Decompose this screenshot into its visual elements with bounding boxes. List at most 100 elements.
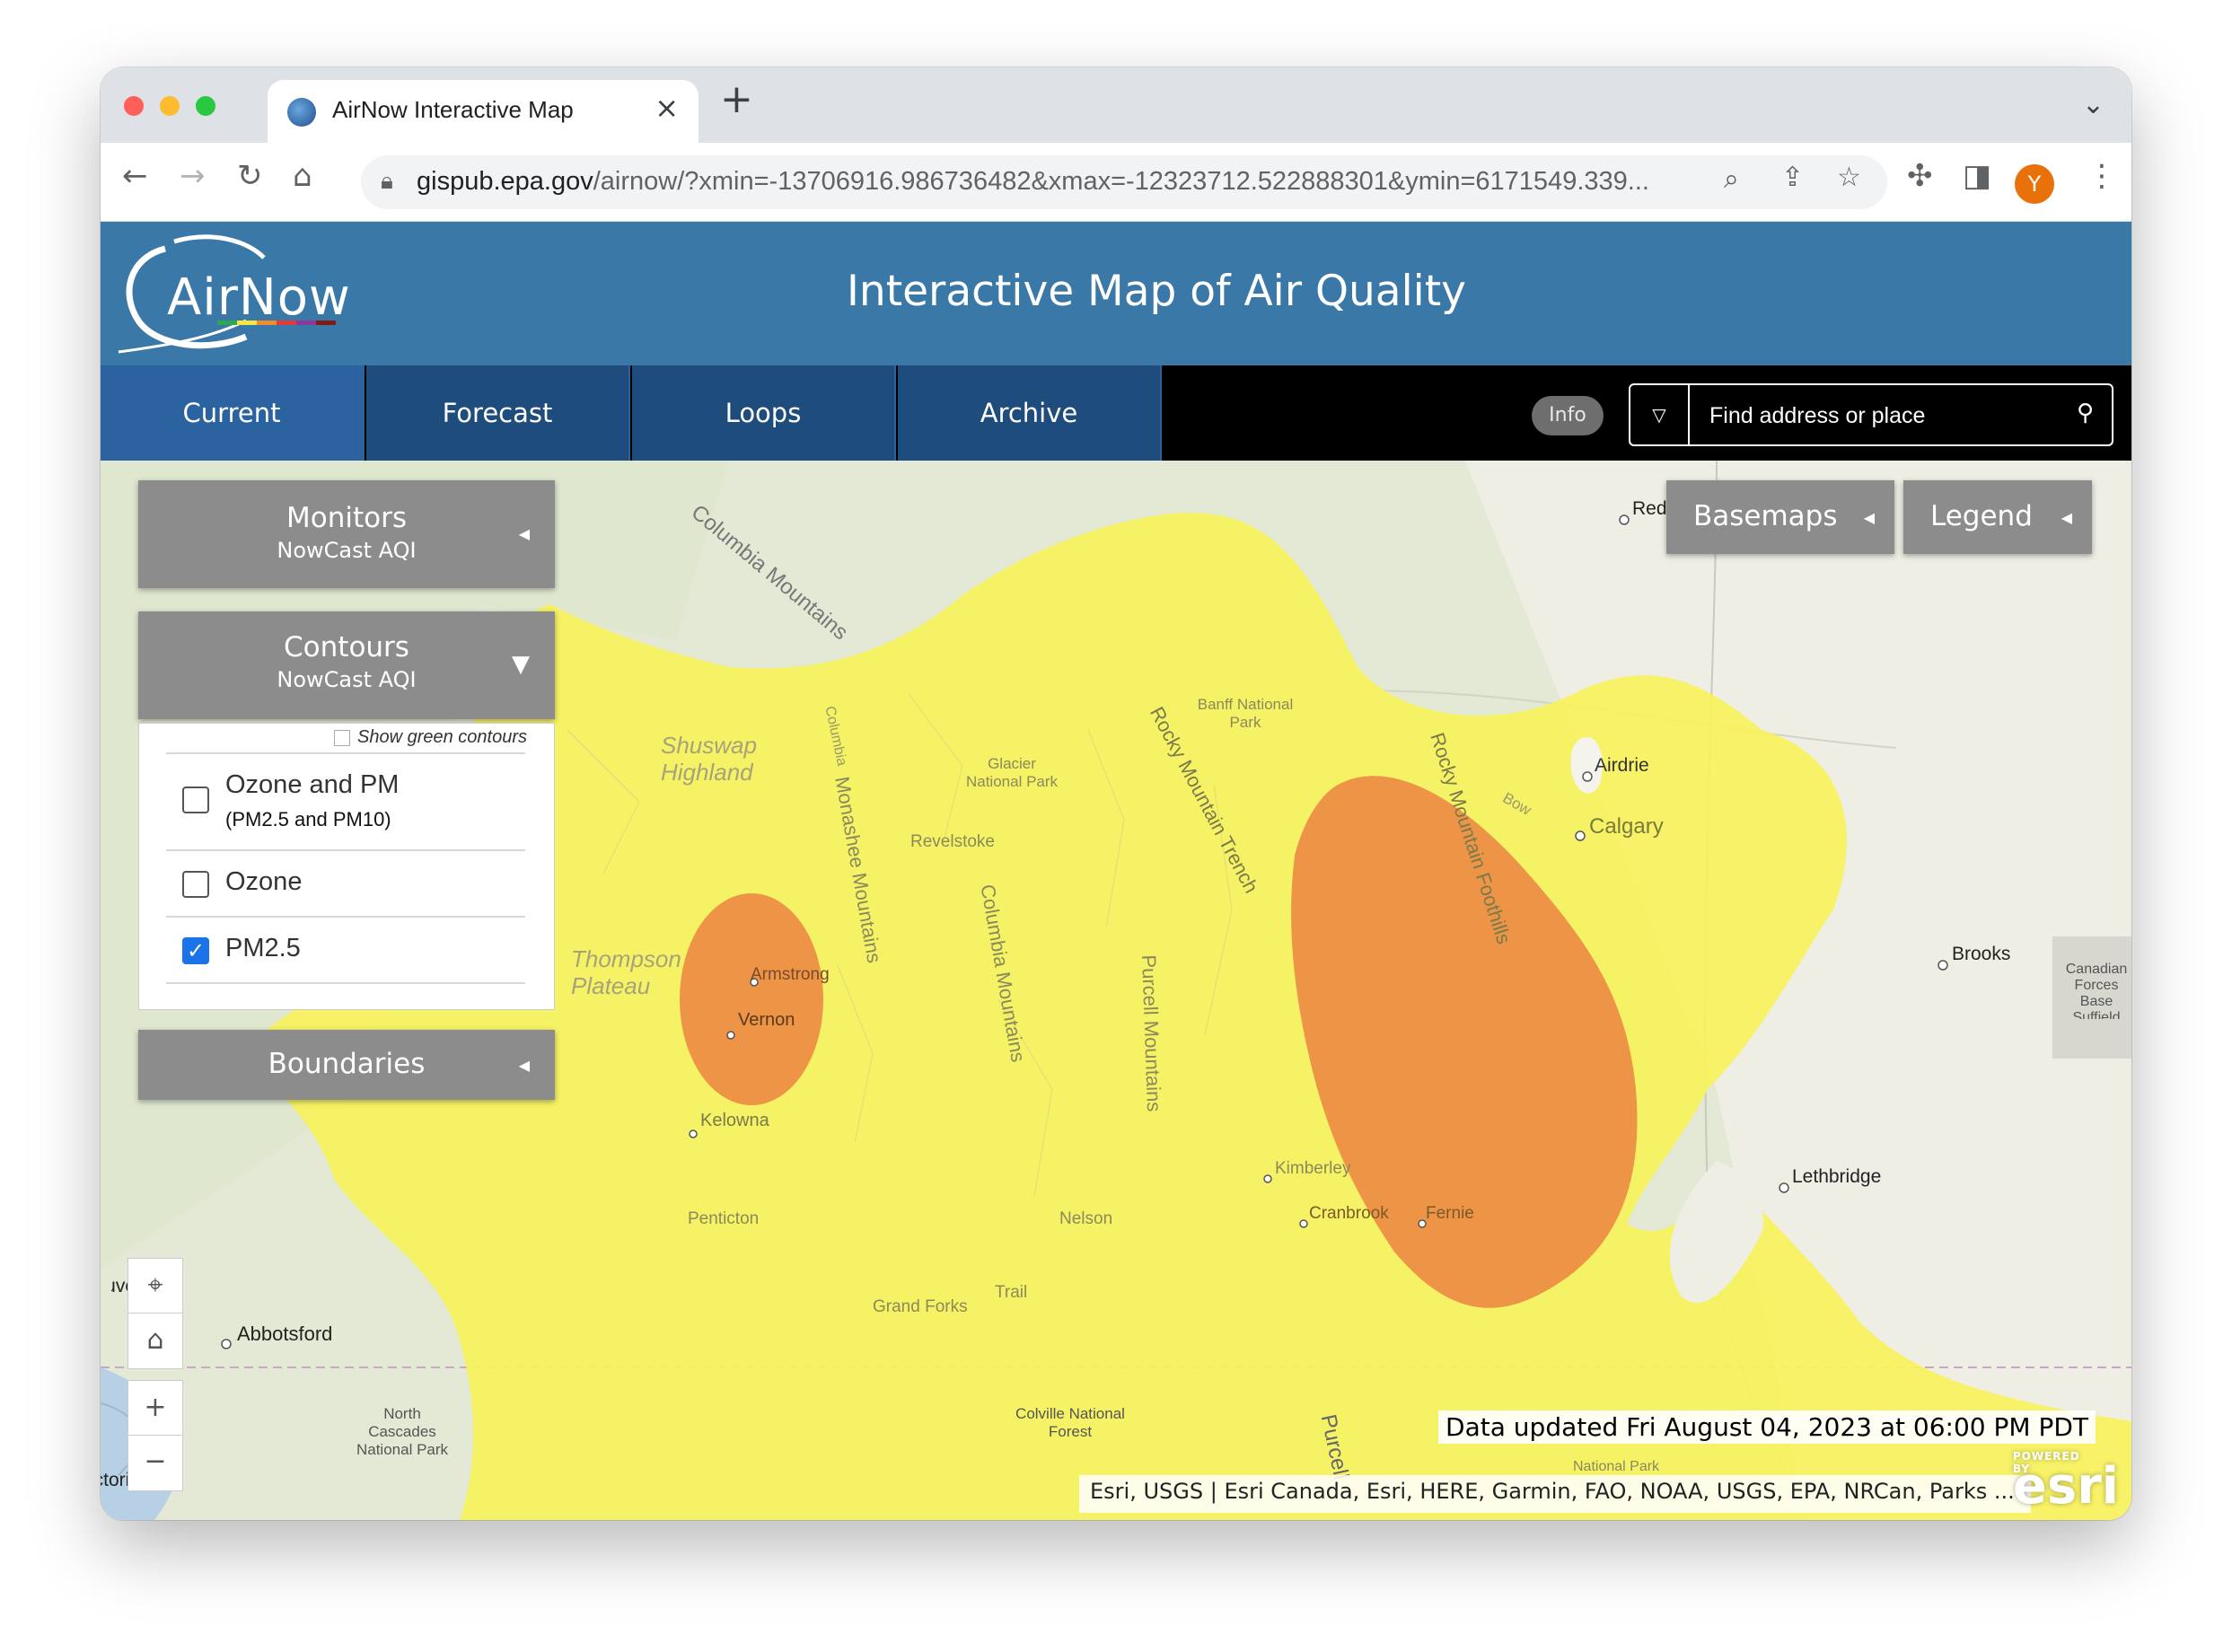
- forward-arrow-icon[interactable]: →: [180, 161, 206, 191]
- basemaps-button[interactable]: Basemaps ◀: [1666, 480, 1894, 554]
- map-label-city: Lethbridge: [1792, 1166, 1882, 1187]
- maximize-window-button[interactable]: [196, 96, 215, 116]
- esri-logo[interactable]: POWERED BY esri: [2013, 1450, 2119, 1516]
- browser-window: AirNow Interactive Map × + ⌄ ← → ↻ ⌂ 🔒︎ …: [101, 67, 2131, 1520]
- collapse-arrow-icon: ◀: [518, 525, 530, 542]
- search-source-dropdown-icon[interactable]: ▽: [1630, 385, 1690, 444]
- close-window-button[interactable]: [124, 96, 144, 116]
- contours-subtitle: NowCast AQI: [277, 667, 417, 692]
- collapse-arrow-icon: ◀: [2061, 509, 2072, 526]
- map-label-feature: Glacier National Park: [965, 755, 1059, 790]
- expand-arrow-icon: ▼: [512, 651, 530, 678]
- option-label: Ozone and PM: [225, 770, 400, 799]
- search-input[interactable]: Find address or place: [1709, 403, 1925, 429]
- collapse-arrow-icon: ◀: [518, 1057, 530, 1074]
- map-label-feature: Shuswap Highland: [661, 732, 757, 786]
- map-label-city: Penticton: [688, 1209, 760, 1228]
- home-extent-icon[interactable]: ⌂: [127, 1314, 183, 1369]
- map-label-city: Vernon: [738, 1010, 795, 1030]
- address-bar[interactable]: 🔒︎ gispub.epa.gov/airnow/?xmin=-13706916…: [361, 155, 1887, 209]
- show-green-contours-checkbox[interactable]: [333, 729, 350, 746]
- zoom-magnifier-icon[interactable]: ⌕: [1724, 166, 1739, 193]
- option-ozone[interactable]: Ozone: [166, 849, 525, 916]
- profile-avatar[interactable]: Y: [2015, 164, 2054, 204]
- tab-archive[interactable]: Archive: [898, 365, 1162, 461]
- map-label-city: Kimberley: [1275, 1159, 1351, 1178]
- map-label-feature: Banff National Park: [1197, 696, 1294, 731]
- page-title: Interactive Map of Air Quality: [847, 267, 1466, 316]
- monitors-subtitle: NowCast AQI: [277, 538, 417, 563]
- show-green-contours-toggle[interactable]: Show green contours: [333, 727, 527, 748]
- option-ozone-and-pm[interactable]: Ozone and PM (PM2.5 and PM10): [166, 752, 525, 849]
- boundaries-title: Boundaries: [268, 1048, 426, 1080]
- map-attribution[interactable]: Esri, USGS | Esri Canada, Esri, HERE, Ga…: [1079, 1475, 2031, 1513]
- info-button[interactable]: Info: [1532, 396, 1604, 435]
- new-tab-icon[interactable]: +: [720, 80, 753, 119]
- map-label-feature: Colville National Forest: [1015, 1405, 1125, 1440]
- map-label-city: Kelowna: [700, 1111, 769, 1130]
- zoom-out-icon[interactable]: −: [127, 1436, 183, 1491]
- pm25-checkbox-checked-icon[interactable]: ✓: [182, 937, 209, 964]
- map-label-city: Brooks: [1952, 944, 2011, 964]
- map-label-city: Armstrong: [751, 965, 830, 984]
- web-page: AirNow Interactive Map of Air Quality Cu…: [101, 222, 2131, 1520]
- show-green-contours-label: Show green contours: [356, 727, 527, 747]
- back-arrow-icon[interactable]: ←: [122, 161, 148, 191]
- reload-icon[interactable]: ↻: [237, 161, 263, 191]
- home-icon[interactable]: ⌂: [293, 161, 312, 191]
- tab-strip: AirNow Interactive Map × + ⌄: [101, 67, 2131, 143]
- site-favicon-icon: [287, 98, 316, 127]
- tab-loops[interactable]: Loops: [632, 365, 896, 461]
- map-view[interactable]: Columbia Mountains Shuswap Highland Thom…: [101, 461, 2131, 1520]
- data-updated-timestamp: Data updated Fri August 04, 2023 at 06:0…: [1438, 1410, 2096, 1444]
- tab-forecast[interactable]: Forecast: [366, 365, 630, 461]
- map-label-city: Abbotsford: [237, 1322, 333, 1345]
- monitors-title: Monitors: [286, 502, 407, 534]
- map-label-city: Grand Forks: [873, 1297, 968, 1316]
- map-label-feature: Canadian Forces Base Suffield: [2065, 962, 2128, 1019]
- option-label: PM2.5: [225, 934, 301, 962]
- map-label-city: Trail: [995, 1283, 1028, 1302]
- kebab-menu-icon[interactable]: ⋮: [2087, 161, 2117, 191]
- legend-button[interactable]: Legend ◀: [1903, 480, 2092, 554]
- site-header: AirNow Interactive Map of Air Quality: [101, 222, 2131, 365]
- search-box[interactable]: ▽ Find address or place ⚲: [1629, 383, 2113, 446]
- url-text: gispub.epa.gov/airnow/?xmin=-13706916.98…: [417, 167, 1649, 196]
- contours-options: Show green contours Ozone and PM (PM2.5 …: [138, 723, 555, 1010]
- extensions-puzzle-icon[interactable]: ✣: [1907, 161, 1933, 191]
- map-label-feature: North Cascades National Park: [356, 1405, 449, 1458]
- tab-current[interactable]: Current: [101, 365, 365, 461]
- map-label-feature: Thompson Plateau: [571, 945, 681, 999]
- map-label-feature: National Park: [1573, 1459, 1660, 1474]
- map-label-city: Calgary: [1589, 814, 1664, 839]
- map-label-city: Nelson: [1059, 1209, 1113, 1228]
- share-icon[interactable]: ⇪: [1781, 164, 1804, 191]
- ozone-checkbox[interactable]: [182, 871, 209, 898]
- search-icon[interactable]: ⚲: [2077, 400, 2094, 426]
- option-label: Ozone: [225, 867, 303, 896]
- option-pm25[interactable]: ✓ PM2.5: [166, 916, 525, 984]
- side-panel-icon[interactable]: ◨: [1963, 161, 1991, 191]
- map-label-city: Cranbrook: [1309, 1204, 1389, 1223]
- browser-toolbar: ← → ↻ ⌂ 🔒︎ gispub.epa.gov/airnow/?xmin=-…: [101, 143, 2131, 222]
- map-label-city: Revelstoke: [910, 832, 995, 851]
- contours-panel[interactable]: Contours NowCast AQI ▼: [138, 611, 555, 719]
- minimize-window-button[interactable]: [160, 96, 180, 116]
- monitors-panel[interactable]: Monitors NowCast AQI ◀: [138, 480, 555, 588]
- contours-title: Contours: [284, 631, 409, 663]
- ozone-and-pm-checkbox[interactable]: [182, 786, 209, 813]
- close-tab-icon[interactable]: ×: [655, 91, 679, 125]
- map-label-city: Airdrie: [1595, 755, 1649, 776]
- bookmark-star-icon[interactable]: ☆: [1837, 164, 1861, 191]
- lock-icon: 🔒︎: [381, 168, 393, 195]
- option-sublabel: (PM2.5 and PM10): [225, 808, 391, 830]
- zoom-in-icon[interactable]: +: [127, 1380, 183, 1436]
- map-label-city: Fernie: [1426, 1204, 1474, 1223]
- browser-tab[interactable]: AirNow Interactive Map ×: [268, 80, 699, 143]
- tab-search-chevron-icon[interactable]: ⌄: [2082, 89, 2105, 120]
- boundaries-panel[interactable]: Boundaries ◀: [138, 1030, 555, 1100]
- locate-icon[interactable]: ⌖: [127, 1258, 183, 1314]
- main-nav: Current Forecast Loops Archive Info ▽ Fi…: [101, 365, 2131, 461]
- tab-title: AirNow Interactive Map: [332, 96, 574, 123]
- collapse-arrow-icon: ◀: [1863, 509, 1875, 526]
